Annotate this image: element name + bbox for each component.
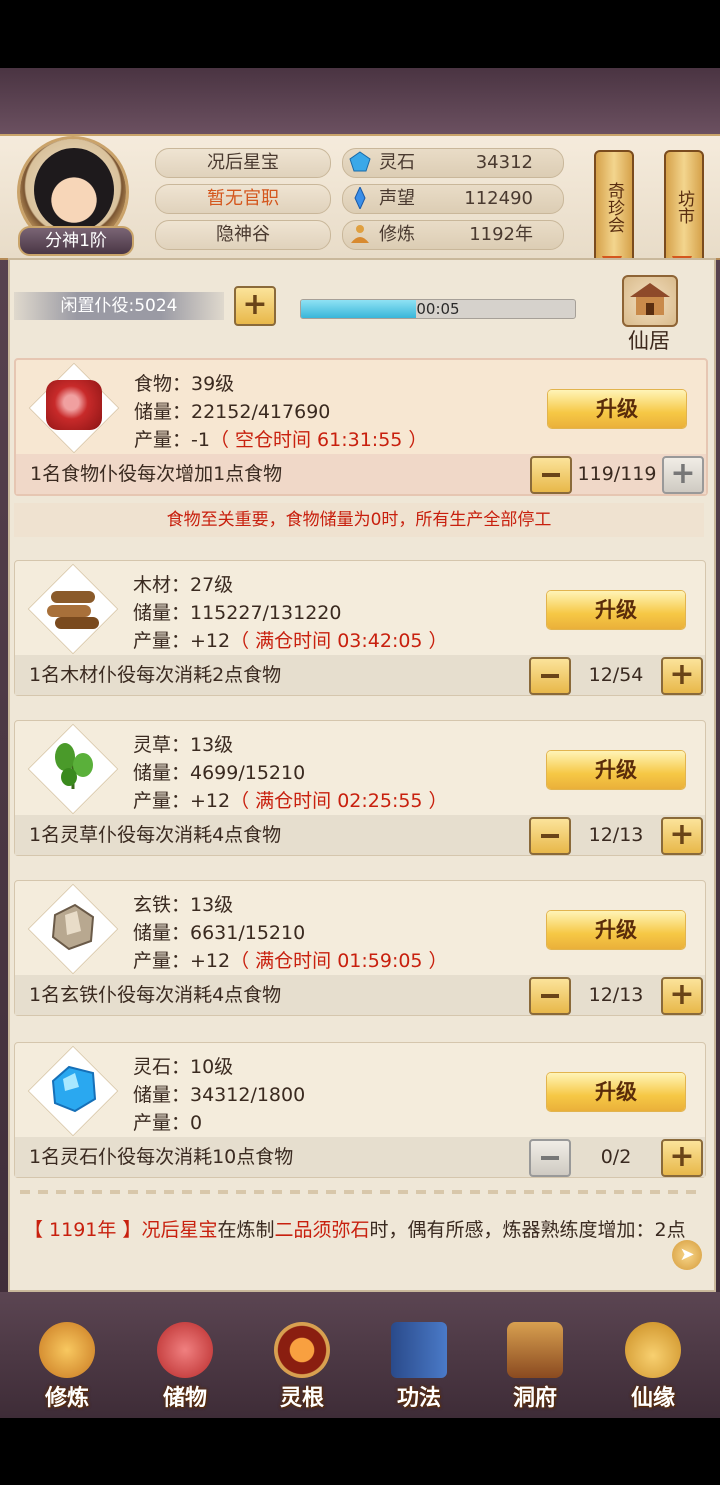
item-output: 产量：+12（ 满仓时间 01:59:05 ） <box>133 950 448 972</box>
production-progress-bar: 00:05 <box>300 299 576 319</box>
market-label: 坊市 <box>674 190 694 224</box>
rare-auction-button[interactable]: 奇珍会 <box>594 150 634 264</box>
xianju-label: 仙居 <box>628 329 670 353</box>
idle-servants-label: 闲置仆役:5024 <box>14 292 224 320</box>
rare-auction-label: 奇珍会 <box>604 181 624 233</box>
item-output: 产量：-1（ 空仓时间 61:31:55 ） <box>134 429 428 451</box>
avatar[interactable] <box>34 148 114 232</box>
monk-icon <box>39 1322 95 1378</box>
next-arrow-icon[interactable]: ➤ <box>672 1240 702 1270</box>
resource-card-food: 食物：39级 储量：22152/417690 产量：-1（ 空仓时间 61:31… <box>14 358 708 496</box>
root-swirl-icon <box>274 1322 330 1378</box>
palace-icon <box>507 1322 563 1378</box>
gourd-icon <box>625 1322 681 1378</box>
spirit-stone-icon <box>349 151 371 172</box>
resource-card-wood: 木材：27级 储量：115227/131220 产量：+12（ 满仓时间 03:… <box>14 560 706 696</box>
log-actor: 况后星宝 <box>141 1219 218 1241</box>
wood-icon <box>47 591 99 629</box>
ornamental-divider <box>20 1190 700 1194</box>
food-warning: 食物至关重要，食物储量为0时，所有生产全部停工 <box>14 503 704 537</box>
log-year: 【 1191年 】 <box>24 1219 142 1241</box>
item-level: 灵石：10级 <box>133 1056 234 1078</box>
servant-rule: 1名灵草仆役每次消耗4点食物 <box>29 824 282 846</box>
bag-icon <box>157 1322 213 1378</box>
servant-count: 12/13 <box>588 984 644 1006</box>
servant-row: 1名灵石仆役每次消耗10点食物 0/2 + <box>15 1137 705 1177</box>
resource-cultivation: 修炼 1192年 <box>342 220 564 250</box>
servant-rule: 1名玄铁仆役每次消耗4点食物 <box>29 984 282 1006</box>
increase-servant-button[interactable]: + <box>661 977 703 1015</box>
increase-servant-button[interactable]: + <box>661 1139 703 1177</box>
nav-cultivate[interactable]: 修炼 <box>22 1322 112 1412</box>
upgrade-button[interactable]: 升级 <box>547 591 685 629</box>
add-idle-servant-button[interactable]: + <box>234 286 276 326</box>
resource-reputation: 声望 112490 <box>342 184 564 214</box>
pavilion-icon[interactable] <box>622 275 678 327</box>
item-storage: 储量：115227/131220 <box>133 602 342 624</box>
top-band <box>0 68 720 134</box>
decrease-servant-button[interactable] <box>529 657 571 695</box>
item-level: 食物：39级 <box>134 373 235 395</box>
location-label: 隐神谷 <box>155 220 331 250</box>
cultivation-icon <box>351 225 369 243</box>
servant-count: 0/2 <box>600 1146 632 1168</box>
item-level: 灵草：13级 <box>133 734 234 756</box>
upgrade-button[interactable]: 升级 <box>547 911 685 949</box>
servant-row: 1名木材仆役每次消耗2点食物 12/54 + <box>15 655 705 695</box>
decrease-servant-button[interactable] <box>529 817 571 855</box>
servant-count: 119/119 <box>577 463 657 485</box>
nav-techniques[interactable]: 功法 <box>374 1322 464 1412</box>
nav-cave-abode[interactable]: 洞府 <box>490 1322 580 1412</box>
meat-icon <box>46 380 102 430</box>
item-level: 木材：27级 <box>133 574 234 596</box>
spirit-stone-icon <box>51 1065 97 1113</box>
nav-storage[interactable]: 储物 <box>140 1322 230 1412</box>
item-storage: 储量：22152/417690 <box>134 401 331 423</box>
servant-rule: 1名木材仆役每次消耗2点食物 <box>29 664 282 686</box>
herb-icon <box>55 743 93 789</box>
item-storage: 储量：34312/1800 <box>133 1084 306 1106</box>
iron-ore-icon <box>51 903 95 951</box>
upgrade-button[interactable]: 升级 <box>548 390 686 428</box>
servant-row: 1名灵草仆役每次消耗4点食物 12/13 + <box>15 815 705 855</box>
servant-rule: 1名灵石仆役每次消耗10点食物 <box>29 1146 294 1168</box>
item-output: 产量：+12（ 满仓时间 03:42:05 ） <box>133 630 448 652</box>
market-button[interactable]: 坊市 <box>664 150 704 264</box>
item-storage: 储量：4699/15210 <box>133 762 306 784</box>
decrease-servant-button[interactable] <box>529 977 571 1015</box>
event-log: 【 1191年 】况后星宝在炼制二品须弥石时，偶有所感，炼器熟练度增加：2点 <box>24 1219 686 1241</box>
servant-rule: 1名食物仆役每次增加1点食物 <box>30 463 283 485</box>
reputation-icon <box>354 187 366 209</box>
log-item: 二品须弥石 <box>274 1219 370 1241</box>
servant-count: 12/54 <box>588 664 644 686</box>
resource-card-herb: 灵草：13级 储量：4699/15210 产量：+12（ 满仓时间 02:25:… <box>14 720 706 856</box>
increase-servant-button[interactable]: + <box>661 657 703 695</box>
item-level: 玄铁：13级 <box>133 894 234 916</box>
nav-spirit-root[interactable]: 灵根 <box>257 1322 347 1412</box>
item-storage: 储量：6631/15210 <box>133 922 306 944</box>
servant-row: 1名食物仆役每次增加1点食物 119/119 + <box>16 454 706 494</box>
upgrade-button[interactable]: 升级 <box>547 1073 685 1111</box>
servant-count: 12/13 <box>588 824 644 846</box>
resource-card-iron: 玄铁：13级 储量：6631/15210 产量：+12（ 满仓时间 01:59:… <box>14 880 706 1016</box>
item-output: 产量：0 <box>133 1112 203 1134</box>
player-name: 况后星宝 <box>155 148 331 178</box>
increase-servant-button[interactable]: + <box>662 456 704 494</box>
decrease-servant-button[interactable] <box>530 456 572 494</box>
item-output: 产量：+12（ 满仓时间 02:25:55 ） <box>133 790 448 812</box>
resource-card-spirit-stone: 灵石：10级 储量：34312/1800 产量：0 升级 1名灵石仆役每次消耗1… <box>14 1042 706 1178</box>
bottom-bar <box>0 1418 720 1485</box>
upgrade-button[interactable]: 升级 <box>547 751 685 789</box>
realm-badge: 分神1阶 <box>18 226 134 256</box>
book-icon <box>391 1322 447 1378</box>
resource-spirit-stone: 灵石 34312 <box>342 148 564 178</box>
nav-fortune[interactable]: 仙缘 <box>608 1322 698 1412</box>
progress-timer: 00:05 <box>416 300 460 318</box>
servant-row: 1名玄铁仆役每次消耗4点食物 12/13 + <box>15 975 705 1015</box>
decrease-servant-button[interactable] <box>529 1139 571 1177</box>
increase-servant-button[interactable]: + <box>661 817 703 855</box>
official-rank: 暂无官职 <box>155 184 331 214</box>
